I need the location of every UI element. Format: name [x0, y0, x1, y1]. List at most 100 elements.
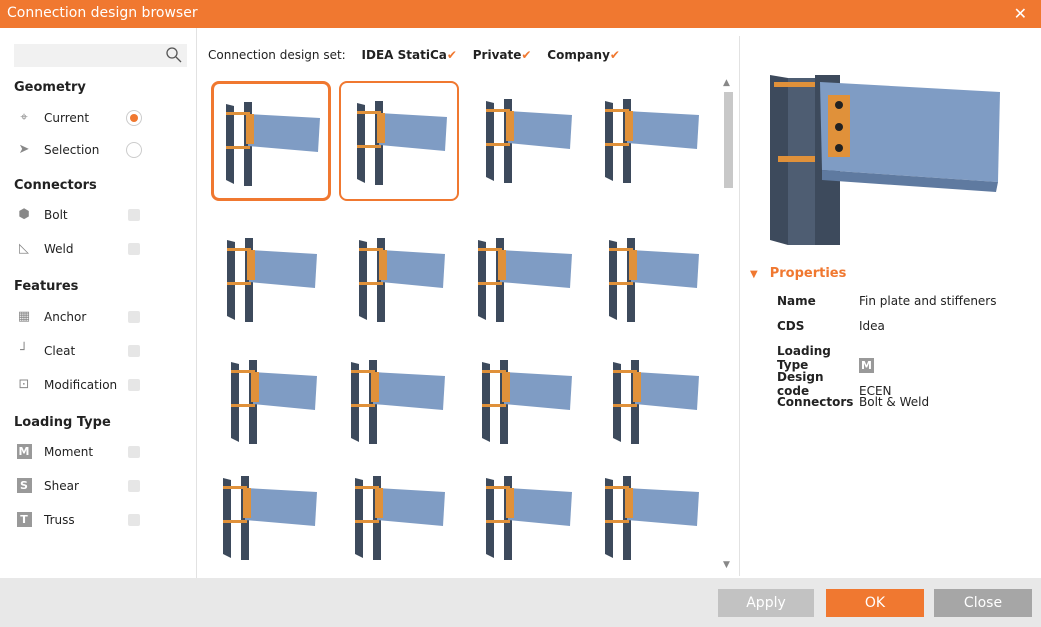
- connection-thumbnail[interactable]: [211, 81, 331, 201]
- property-row: Design code ECEN: [777, 370, 892, 398]
- loading-heading: Loading Type: [14, 415, 111, 430]
- gallery-scrollbar[interactable]: ▲ ▼: [722, 78, 734, 572]
- filter-label: Truss: [44, 513, 75, 527]
- set-private-label[interactable]: Private: [473, 48, 522, 62]
- modification-checkbox[interactable]: [128, 379, 140, 391]
- filter-panel: Geometry ⌖ Current ➤ Selection Connectors …: [0, 28, 197, 578]
- design-set-bar: Connection design set: IDEA StatiCa✔ Pri…: [208, 48, 624, 62]
- connection-thumbnail[interactable]: [339, 458, 459, 575]
- connection-image: [359, 238, 445, 322]
- shear-checkbox[interactable]: [128, 480, 140, 492]
- features-heading: Features: [14, 279, 79, 294]
- set-private-checkbox[interactable]: ✔: [521, 48, 531, 62]
- property-value: Fin plate and stiffeners: [859, 294, 997, 308]
- property-key: Loading Type: [777, 344, 831, 372]
- property-row: Loading Type M: [777, 344, 874, 373]
- filter-anchor[interactable]: ▦ Anchor: [14, 308, 144, 328]
- set-company-label[interactable]: Company: [547, 48, 610, 62]
- filter-label: Moment: [44, 445, 94, 459]
- cleat-checkbox[interactable]: [128, 345, 140, 357]
- cleat-icon: ┘: [20, 343, 28, 358]
- connection-image: [609, 238, 699, 322]
- filter-modification[interactable]: ⊡ Modification: [14, 376, 144, 396]
- property-row: Name Fin plate and stiffeners: [777, 294, 997, 308]
- connection-thumbnail[interactable]: [466, 220, 586, 340]
- truss-checkbox[interactable]: [128, 514, 140, 526]
- scroll-up-icon[interactable]: ▲: [723, 78, 730, 88]
- moment-badge: M: [16, 444, 32, 459]
- connection-thumbnail[interactable]: [466, 342, 586, 462]
- property-row: CDS Idea: [777, 319, 885, 333]
- filter-current[interactable]: ⌖ Current: [14, 109, 144, 129]
- connection-thumbnail[interactable]: [593, 81, 713, 201]
- title-bar: Connection design browser ✕: [0, 0, 1041, 28]
- property-value: Idea: [859, 319, 885, 333]
- bolt-checkbox[interactable]: [128, 209, 140, 221]
- set-company-checkbox[interactable]: ✔: [610, 48, 620, 62]
- set-idea-label[interactable]: IDEA StatiCa: [362, 48, 447, 62]
- anchor-checkbox[interactable]: [128, 311, 140, 323]
- design-set-label: Connection design set:: [208, 48, 346, 62]
- filter-bolt[interactable]: ⬢ Bolt: [14, 206, 144, 226]
- connection-image: [605, 99, 699, 183]
- filter-label: Bolt: [44, 208, 68, 222]
- connection-thumbnail[interactable]: [211, 342, 331, 462]
- set-idea-checkbox[interactable]: ✔: [447, 48, 457, 62]
- filter-label: Current: [44, 111, 90, 125]
- filter-label: Cleat: [44, 344, 76, 358]
- filter-selection[interactable]: ➤ Selection: [14, 141, 144, 161]
- filter-moment[interactable]: M Moment: [14, 443, 144, 463]
- moment-checkbox[interactable]: [128, 446, 140, 458]
- collapse-triangle-icon[interactable]: ▼: [750, 269, 758, 280]
- search-input[interactable]: [14, 44, 187, 67]
- scroll-down-icon[interactable]: ▼: [723, 560, 730, 570]
- truss-badge: T: [16, 512, 32, 527]
- moment-icon: M: [16, 444, 32, 460]
- ok-button[interactable]: OK: [826, 589, 924, 617]
- connection-thumbnail[interactable]: [593, 342, 713, 462]
- current-radio[interactable]: [126, 110, 142, 126]
- filter-shear[interactable]: S Shear: [14, 477, 144, 497]
- connection-image: [231, 360, 317, 444]
- connection-thumbnail[interactable]: [339, 342, 459, 462]
- connection-thumbnail[interactable]: [466, 81, 586, 201]
- connection-image: [605, 476, 699, 560]
- connection-image: [351, 360, 445, 444]
- weld-checkbox[interactable]: [128, 243, 140, 255]
- property-key: Name: [777, 294, 816, 308]
- connection-thumbnail[interactable]: [593, 220, 713, 340]
- filter-label: Selection: [44, 143, 100, 157]
- filter-label: Anchor: [44, 310, 87, 324]
- connection-thumbnail[interactable]: [339, 220, 459, 340]
- connection-thumbnail[interactable]: [339, 81, 459, 201]
- connection-thumbnail[interactable]: [211, 220, 331, 340]
- connectors-heading: Connectors: [14, 178, 97, 193]
- filter-weld[interactable]: ◺ Weld: [14, 240, 144, 260]
- close-button[interactable]: Close: [934, 589, 1032, 617]
- scroll-thumb[interactable]: [724, 92, 733, 188]
- connection-image: [482, 360, 572, 444]
- filter-label: Modification: [44, 378, 118, 392]
- window-title: Connection design browser: [7, 5, 198, 21]
- connection-thumbnail[interactable]: [211, 458, 331, 575]
- divider: [739, 36, 740, 576]
- crosshair-icon: ⌖: [20, 110, 28, 125]
- connection-image: [227, 238, 317, 322]
- anchor-icon: ▦: [17, 309, 31, 324]
- selection-radio[interactable]: [126, 142, 142, 158]
- truss-icon: T: [16, 512, 32, 528]
- connection-image: [613, 360, 699, 444]
- filter-cleat[interactable]: ┘ Cleat: [14, 342, 144, 362]
- properties-header[interactable]: ▼ Properties: [750, 266, 846, 281]
- search-icon[interactable]: [165, 46, 183, 64]
- filter-truss[interactable]: T Truss: [14, 511, 144, 531]
- close-icon[interactable]: ✕: [1014, 4, 1027, 23]
- filter-label: Weld: [44, 242, 74, 256]
- apply-button[interactable]: Apply: [718, 589, 814, 617]
- connection-image: [486, 99, 572, 183]
- connection-thumbnail[interactable]: [593, 458, 713, 575]
- connection-preview: [770, 75, 1000, 245]
- property-key: Design code: [777, 370, 824, 398]
- modification-icon: ⊡: [18, 377, 30, 392]
- connection-thumbnail[interactable]: [466, 458, 586, 575]
